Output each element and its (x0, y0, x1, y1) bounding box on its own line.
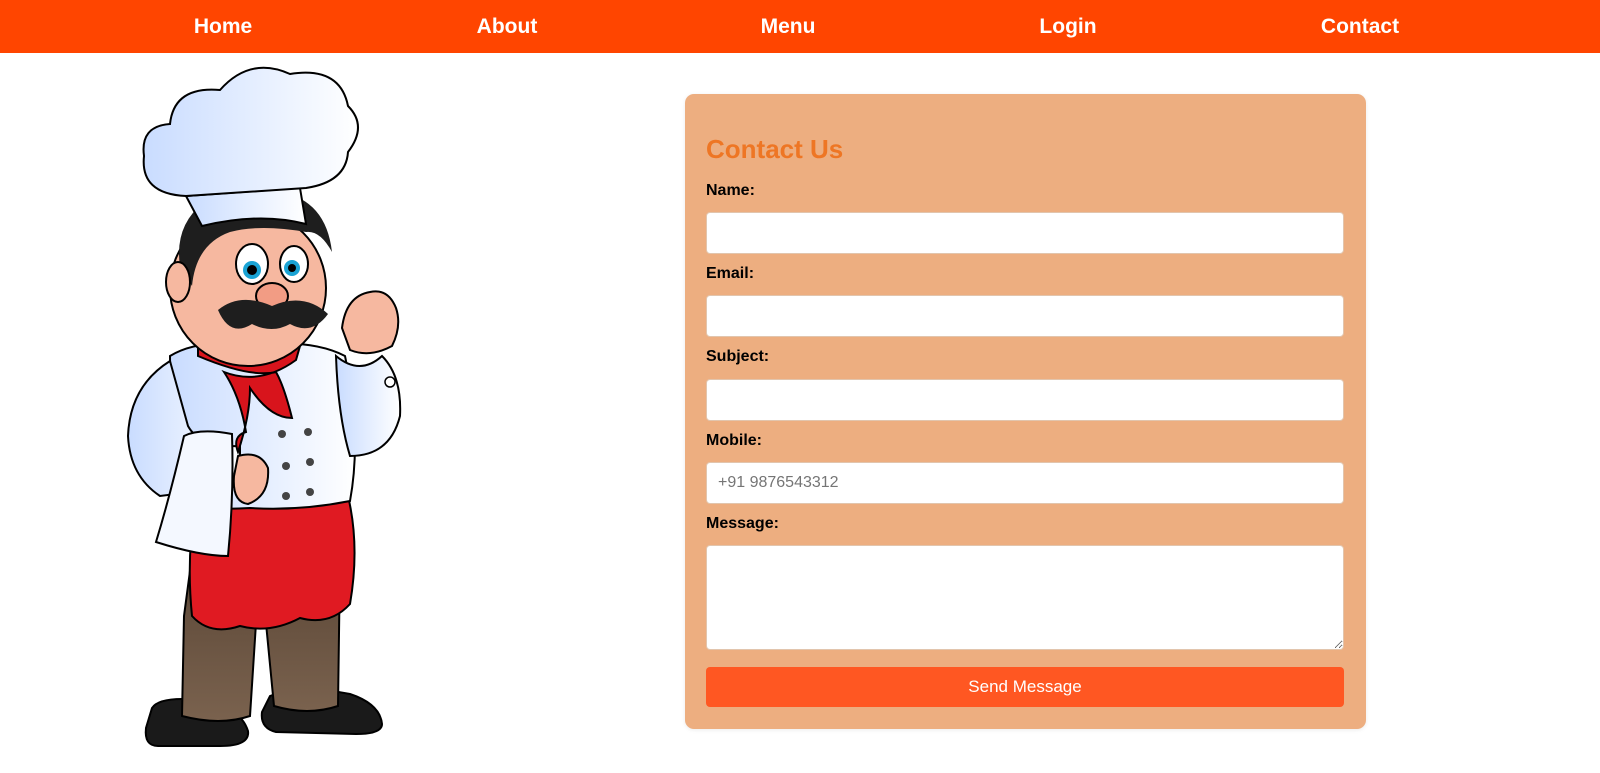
contact-form-panel: Contact Us Name: Email: Subject: Mobile:… (685, 94, 1366, 729)
mobile-input[interactable] (706, 462, 1344, 504)
message-textarea[interactable] (706, 545, 1344, 650)
mobile-label: Mobile: (706, 432, 762, 449)
subject-input[interactable] (706, 379, 1344, 421)
email-label: Email: (706, 265, 755, 282)
nav-menu-link[interactable]: Menu (761, 0, 816, 53)
nav-login-link[interactable]: Login (1039, 0, 1096, 53)
name-label: Name: (706, 182, 755, 199)
nav-home-link[interactable]: Home (194, 0, 252, 53)
top-navbar: Home About Menu Login Contact (0, 0, 1600, 53)
nav-about-link[interactable]: About (477, 0, 538, 53)
chef-illustration (126, 66, 402, 747)
subject-label: Subject: (706, 348, 770, 365)
send-message-button[interactable]: Send Message (706, 667, 1344, 707)
email-input[interactable] (706, 295, 1344, 337)
message-label: Message: (706, 515, 779, 532)
contact-form-title: Contact Us (706, 134, 844, 164)
nav-contact-link[interactable]: Contact (1321, 0, 1399, 53)
name-input[interactable] (706, 212, 1344, 254)
